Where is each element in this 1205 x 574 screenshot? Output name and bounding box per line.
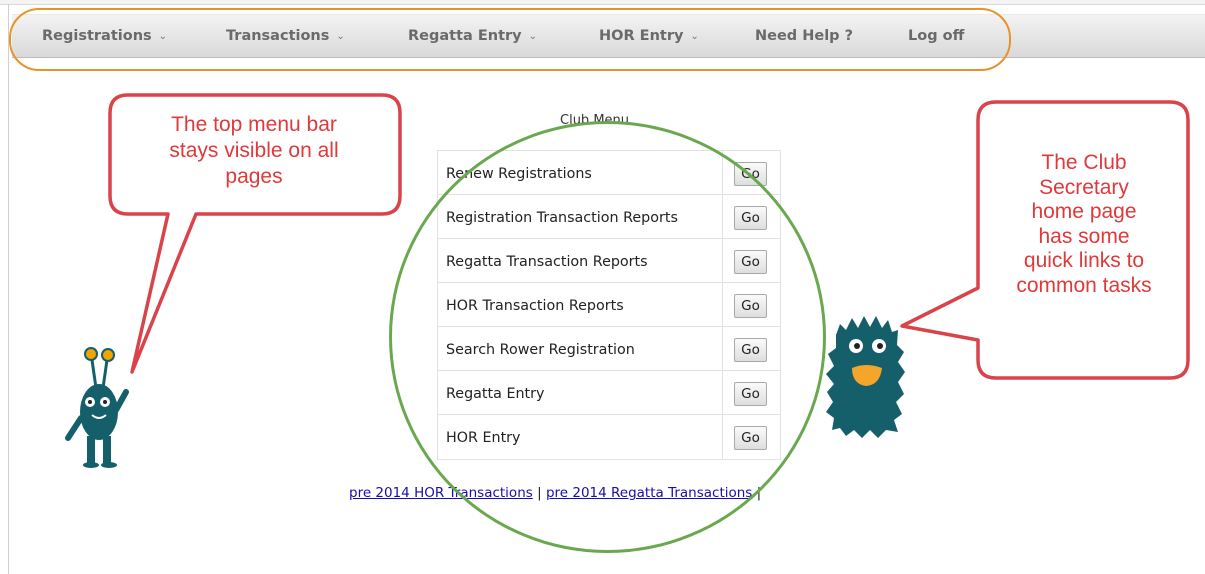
callout-line: has some: [1038, 224, 1130, 248]
callout-line: The Club: [1041, 151, 1127, 174]
callout-line: The top menu bar: [171, 113, 337, 136]
callout-line: common tasks: [1016, 273, 1152, 297]
callout-line: stays visible on all: [169, 139, 339, 162]
callout-line: Secretary: [1039, 175, 1129, 199]
mascot-left-icon: [65, 347, 129, 468]
right-callout-text: The Club Secretary home page has some qu…: [988, 151, 1180, 298]
callout-line: pages: [225, 165, 283, 188]
mascot-right-icon: [826, 316, 905, 438]
callout-line: home page: [1031, 200, 1137, 223]
left-callout-text: The top menu bar stays visible on all pa…: [136, 112, 372, 190]
callout-line: quick links to: [1023, 249, 1145, 272]
